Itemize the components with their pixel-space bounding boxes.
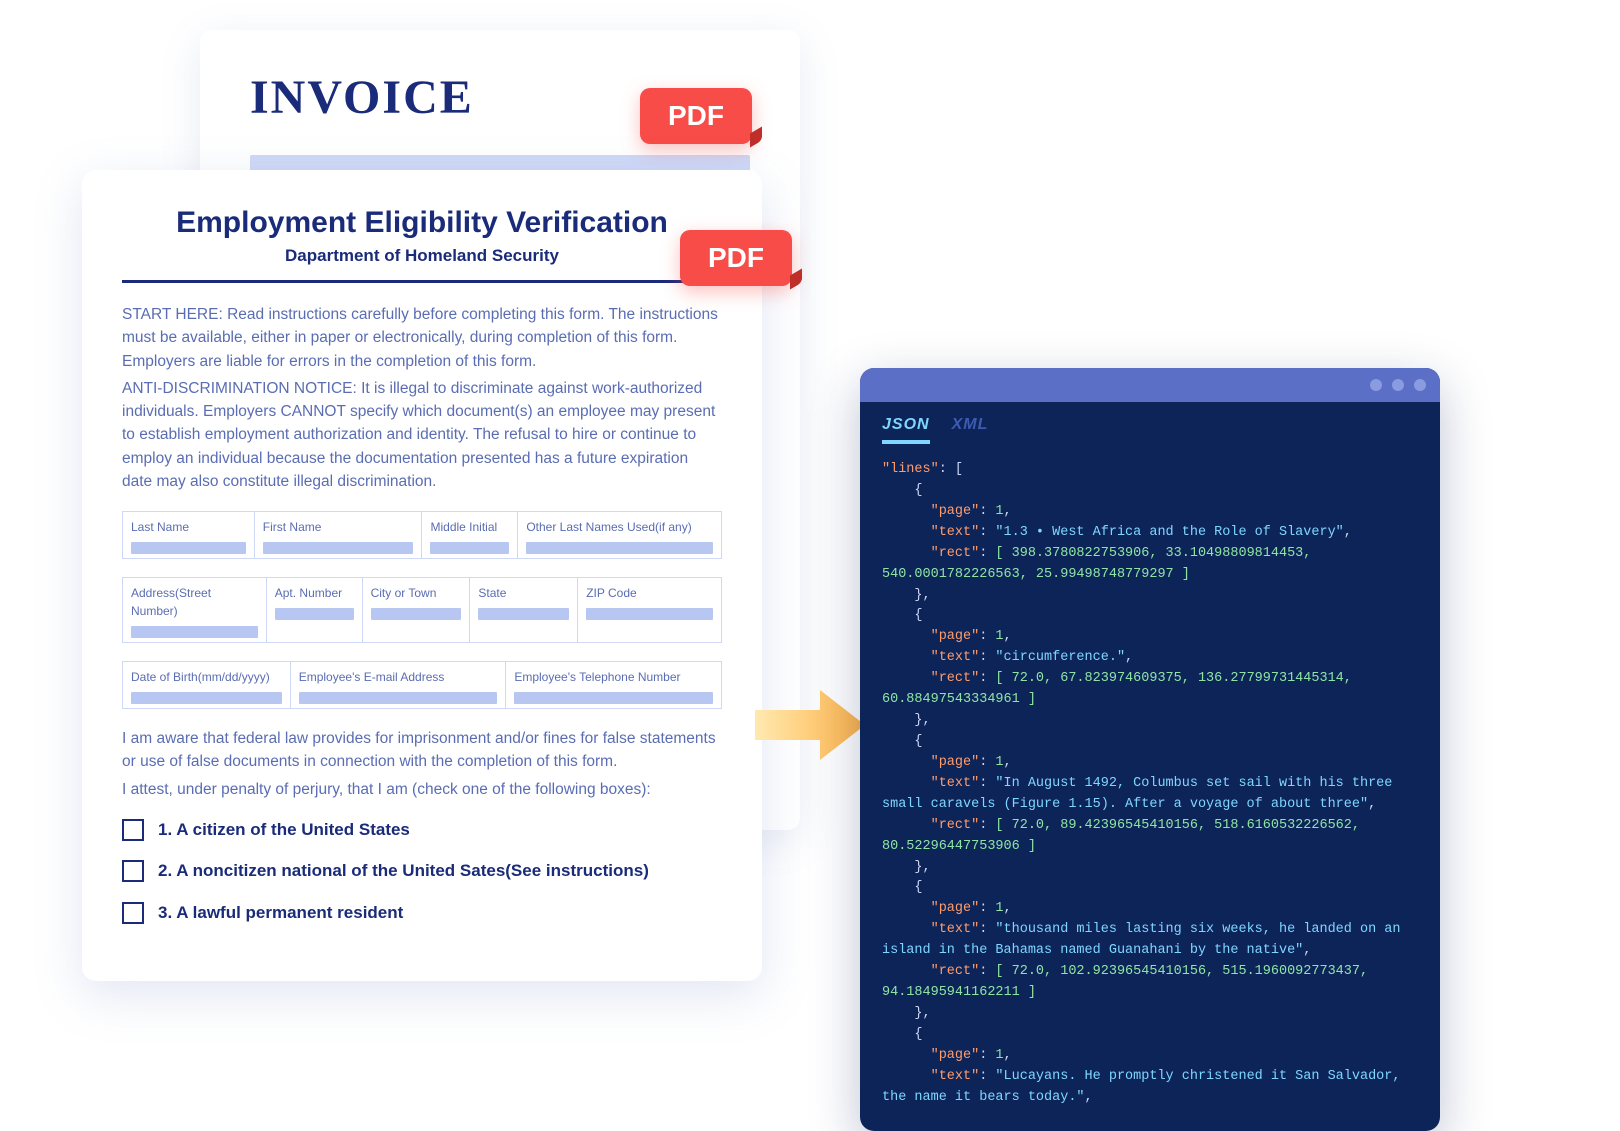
pdf-badge-back: PDF [640, 88, 752, 144]
form-fields-table-2: Address(Street Number) Apt. Number City … [122, 577, 722, 643]
field-zip: ZIP Code [586, 586, 636, 600]
aware-text: I am aware that federal law provides for… [122, 727, 722, 774]
check-item-2[interactable]: 2. A noncitizen national of the United S… [122, 858, 722, 884]
field-last-name: Last Name [131, 520, 189, 534]
arrow-icon [750, 680, 870, 770]
code-body: "lines": [ { "page": 1, "text": "1.3 • W… [860, 444, 1440, 1131]
check-label-2: 2. A noncitizen national of the United S… [158, 858, 649, 884]
checkbox-icon[interactable] [122, 902, 144, 924]
tab-xml[interactable]: XML [952, 416, 989, 444]
check-label-1: 1. A citizen of the United States [158, 817, 410, 843]
attest-text: I attest, under penalty of perjury, that… [122, 778, 722, 801]
field-dob: Date of Birth(mm/dd/yyyy) [131, 670, 270, 684]
form-fields-table: Last Name First Name Middle Initial Othe… [122, 511, 722, 559]
field-address: Address(Street Number) [131, 586, 211, 618]
window-titlebar [860, 368, 1440, 402]
checkbox-list: 1. A citizen of the United States 2. A n… [122, 817, 722, 926]
field-state: State [478, 586, 506, 600]
pdf-badge-front: PDF [680, 230, 792, 286]
start-here-text: START HERE: Read instructions carefully … [122, 303, 722, 373]
form-fields-table-3: Date of Birth(mm/dd/yyyy) Employee's E-m… [122, 661, 722, 709]
field-first-name: First Name [263, 520, 322, 534]
field-apt: Apt. Number [275, 586, 342, 600]
form-body: START HERE: Read instructions carefully … [122, 303, 722, 925]
window-dot [1392, 379, 1404, 391]
form-document: Employment Eligibility Verification Dapa… [82, 170, 762, 981]
window-dot [1414, 379, 1426, 391]
form-subtitle: Dapartment of Homeland Security [122, 246, 722, 266]
field-other-names: Other Last Names Used(if any) [526, 520, 691, 534]
tab-json[interactable]: JSON [882, 416, 930, 444]
checkbox-icon[interactable] [122, 819, 144, 841]
checkbox-icon[interactable] [122, 860, 144, 882]
code-tabs: JSON XML [860, 402, 1440, 444]
field-email: Employee's E-mail Address [299, 670, 445, 684]
code-window: JSON XML "lines": [ { "page": 1, "text":… [860, 368, 1440, 1131]
form-title: Employment Eligibility Verification [122, 206, 722, 240]
field-city: City or Town [371, 586, 437, 600]
check-item-3[interactable]: 3. A lawful permanent resident [122, 900, 722, 926]
check-item-1[interactable]: 1. A citizen of the United States [122, 817, 722, 843]
check-label-3: 3. A lawful permanent resident [158, 900, 403, 926]
form-divider [122, 280, 722, 283]
field-phone: Employee's Telephone Number [514, 670, 680, 684]
window-dot [1370, 379, 1382, 391]
field-middle-initial: Middle Initial [430, 520, 497, 534]
anti-discrimination-text: ANTI-DISCRIMINATION NOTICE: It is illega… [122, 377, 722, 493]
